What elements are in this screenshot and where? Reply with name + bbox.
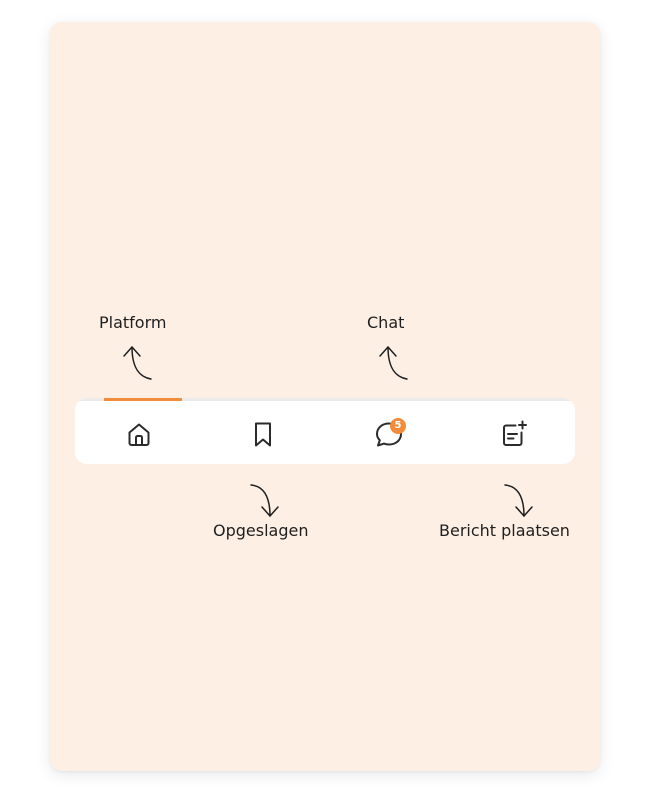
nav-tab-chat[interactable]: 5 (367, 412, 411, 456)
nav-tab-saved[interactable] (241, 412, 285, 456)
nav-tab-home[interactable] (117, 412, 161, 456)
background-card (50, 22, 600, 771)
active-tab-indicator (104, 398, 182, 401)
curved-arrow-down-icon (500, 482, 534, 520)
home-icon (123, 418, 155, 450)
curved-arrow-down-icon (246, 482, 280, 520)
curved-arrow-up-icon (376, 343, 410, 381)
chat-unread-badge: 5 (390, 418, 406, 434)
annotation-post: Bericht plaatsen (439, 521, 570, 540)
annotation-chat: Chat (367, 313, 405, 332)
annotation-saved: Opgeslagen (213, 521, 309, 540)
bottom-navigation-bar: 5 (75, 398, 575, 464)
curved-arrow-up-icon (120, 343, 154, 381)
annotation-platform: Platform (99, 313, 167, 332)
bookmark-icon (247, 418, 279, 450)
new-post-icon (497, 418, 529, 450)
nav-tab-post[interactable] (491, 412, 535, 456)
